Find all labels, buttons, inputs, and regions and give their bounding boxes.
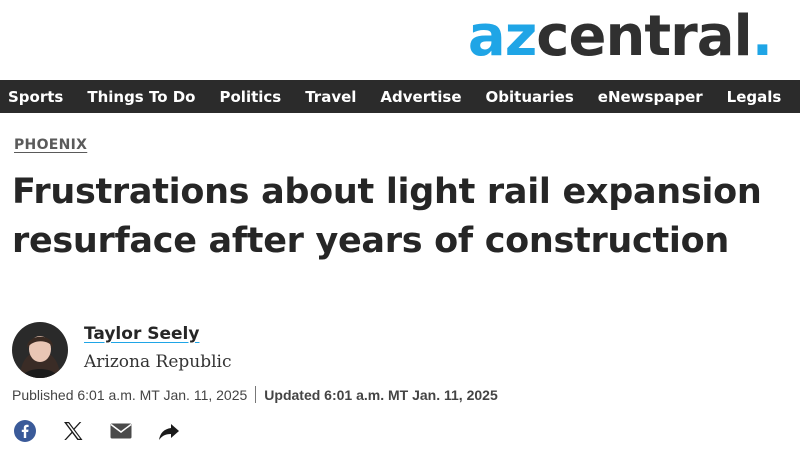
- updated-date: Updated 6:01 a.m. MT Jan. 11, 2025: [264, 386, 498, 403]
- x-icon[interactable]: [60, 418, 86, 444]
- author-organization: Arizona Republic: [84, 352, 232, 372]
- nav-item-travel[interactable]: Travel: [305, 88, 356, 106]
- nav-item-legals[interactable]: Legals: [727, 88, 782, 106]
- nav-item-advertise[interactable]: Advertise: [380, 88, 461, 106]
- article-dates: Published 6:01 a.m. MT Jan. 11, 2025 Upd…: [12, 386, 498, 403]
- article-headline: Frustrations about light rail expansion …: [12, 172, 762, 261]
- email-icon[interactable]: [108, 418, 134, 444]
- facebook-icon[interactable]: [12, 418, 38, 444]
- site-logo[interactable]: azcentral.: [467, 2, 773, 72]
- date-divider: [255, 386, 257, 403]
- section-link[interactable]: PHOENIX: [14, 137, 87, 153]
- share-arrow-icon[interactable]: [156, 418, 182, 444]
- logo-dot: .: [751, 4, 773, 69]
- published-date: Published 6:01 a.m. MT Jan. 11, 2025: [12, 386, 248, 403]
- nav-item-obituaries[interactable]: Obituaries: [486, 88, 574, 106]
- author-name[interactable]: Taylor Seely: [84, 324, 199, 344]
- logo-az: az: [467, 4, 537, 69]
- share-bar: [12, 418, 204, 444]
- nav-item-things-to-do[interactable]: Things To Do: [87, 88, 195, 106]
- author-avatar[interactable]: [12, 322, 68, 378]
- nav-item-politics[interactable]: Politics: [220, 88, 282, 106]
- nav-item-enewspaper[interactable]: eNewspaper: [598, 88, 703, 106]
- main-nav: Sports Things To Do Politics Travel Adve…: [0, 80, 800, 113]
- nav-item-sports[interactable]: Sports: [8, 88, 63, 106]
- logo-central: central: [536, 4, 752, 69]
